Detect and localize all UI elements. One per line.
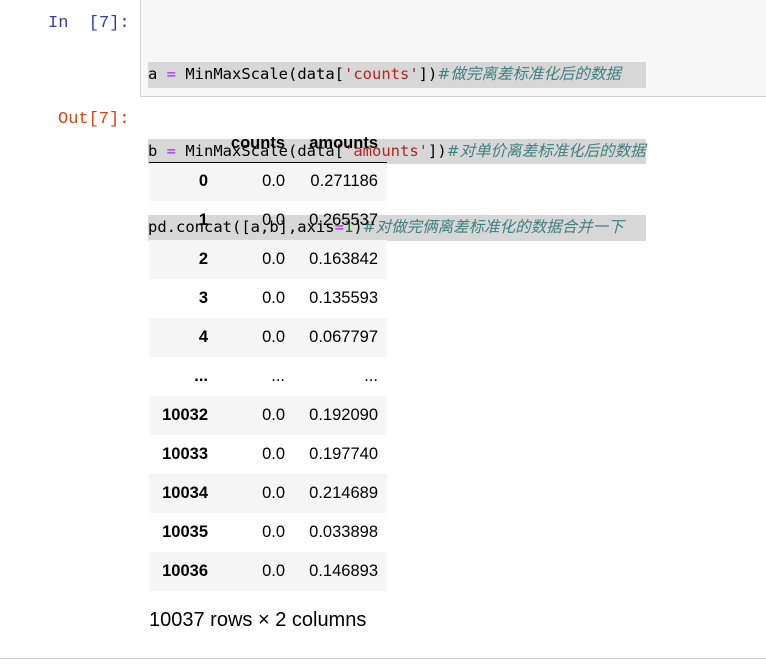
cell-counts: 0.0 xyxy=(262,445,285,463)
row-index: 3 xyxy=(198,289,208,307)
dataframe-shape: 10037 rows × 2 columns xyxy=(149,609,367,631)
row-index: 10033 xyxy=(162,445,208,463)
table-row: 3 0.0 0.135593 xyxy=(149,279,387,318)
table-row-ellipsis: ......... xyxy=(149,357,387,396)
code-cell[interactable]: a = MinMaxScale(data['counts'])#做完离差标准化后… xyxy=(140,0,766,241)
cell-amounts: 0.163842 xyxy=(309,250,378,268)
index-header xyxy=(149,125,217,163)
cell-counts: 0.0 xyxy=(262,328,285,346)
code-comment: #对单价离差标准化后的数据 xyxy=(446,141,646,160)
output-area: counts amounts 0 0.0 0.271186 1 0.0 0.265537… xyxy=(149,125,387,632)
row-index: 2 xyxy=(198,250,208,268)
table-row: 0 0.0 0.271186 xyxy=(149,162,387,201)
cell-amounts: 0.135593 xyxy=(309,289,378,307)
table-row: 2 0.0 0.163842 xyxy=(149,240,387,279)
row-index: 1 xyxy=(198,211,208,229)
table-row: 10036 0.0 0.146893 xyxy=(149,552,387,591)
row-index: 10035 xyxy=(162,523,208,541)
cell-counts: 0.0 xyxy=(262,289,285,307)
code-token: ]) xyxy=(418,65,438,83)
code-line-1: a = MinMaxScale(data['counts'])#做完离差标准化后… xyxy=(148,62,646,88)
output-prompt: Out[7]: xyxy=(58,110,130,129)
cell-counts: 0.0 xyxy=(262,523,285,541)
row-index: 0 xyxy=(198,172,208,191)
code-token: ]) xyxy=(428,141,447,160)
cell-amounts: 0.214689 xyxy=(309,484,378,502)
cell-amounts: 0.067797 xyxy=(309,328,378,346)
code-token: a xyxy=(148,65,167,83)
table-row: 10033 0.0 0.197740 xyxy=(149,435,387,474)
row-index: ... xyxy=(194,367,208,385)
cell-counts: 0.0 xyxy=(262,562,285,580)
cell-amounts: 0.265537 xyxy=(309,211,378,229)
code-comment: #对做完俩离差标准化的数据合并一下 xyxy=(362,218,624,236)
cell-counts: 0.0 xyxy=(262,211,285,229)
row-index: 10032 xyxy=(162,406,208,424)
table-row: 10035 0.0 0.033898 xyxy=(149,513,387,552)
code-token-string: 'counts' xyxy=(344,65,419,83)
row-index: 10034 xyxy=(162,484,208,502)
row-index: 10036 xyxy=(162,562,208,580)
cell-amounts: 0.197740 xyxy=(309,445,378,463)
cell-counts: 0.0 xyxy=(262,172,285,191)
cell-counts: 0.0 xyxy=(262,250,285,268)
table-row: 1 0.0 0.265537 xyxy=(149,201,387,240)
table-header-row: counts amounts xyxy=(149,125,387,163)
code-comment: #做完离差标准化后的数据 xyxy=(437,65,621,83)
row-index: 4 xyxy=(198,328,208,346)
table-row: 4 0.0 0.067797 xyxy=(149,318,387,357)
cell-amounts: 0.192090 xyxy=(309,406,378,424)
cell-counts: 0.0 xyxy=(262,484,285,502)
cell-amounts: 0.271186 xyxy=(310,172,378,191)
cell-counts: ... xyxy=(271,367,285,385)
column-header-amounts: amounts xyxy=(294,125,387,163)
column-header-counts: counts xyxy=(217,125,294,163)
input-prompt: In [7]: xyxy=(48,14,130,33)
cell-counts: 0.0 xyxy=(262,406,285,424)
code-token: MinMaxScale(data[ xyxy=(176,65,344,83)
code-token-operator: = xyxy=(166,65,177,83)
cell-amounts: ... xyxy=(364,367,378,385)
table-row: 10032 0.0 0.192090 xyxy=(149,396,387,435)
cell-amounts: 0.146893 xyxy=(309,562,378,580)
dataframe-table: counts amounts 0 0.0 0.271186 1 0.0 0.265537… xyxy=(149,125,387,591)
table-row: 10034 0.0 0.214689 xyxy=(149,474,387,513)
cell-amounts: 0.033898 xyxy=(309,523,378,541)
cell-divider xyxy=(0,658,766,659)
